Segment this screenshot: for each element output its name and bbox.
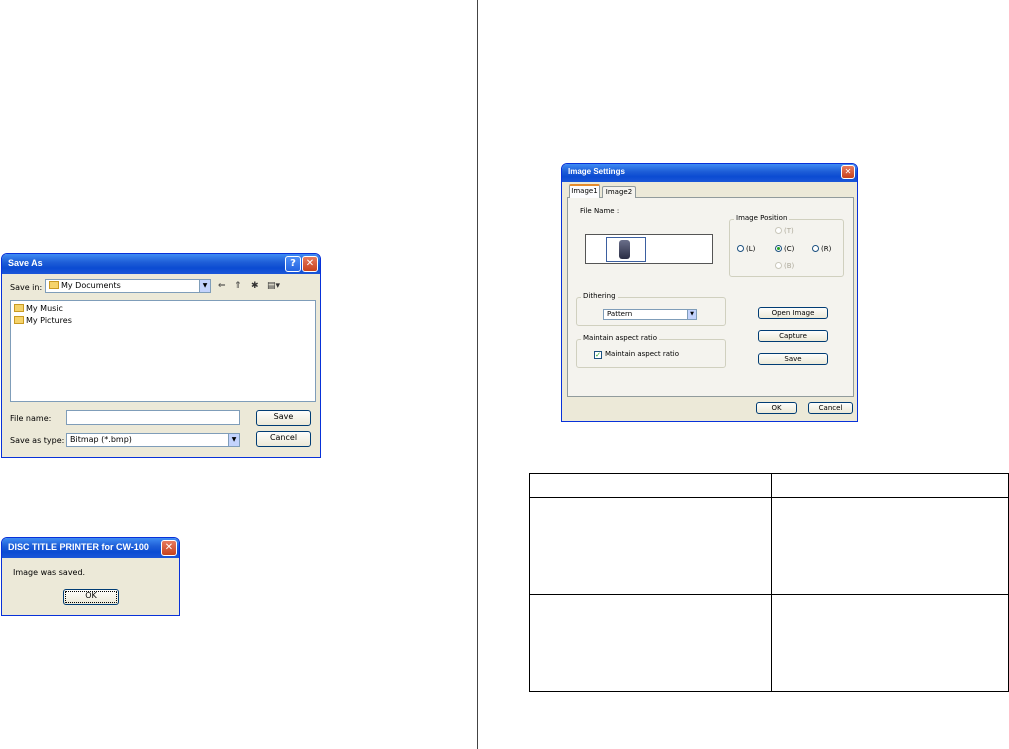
table-row xyxy=(529,594,1009,692)
folder-icon xyxy=(14,304,24,312)
empty-table xyxy=(529,473,1009,692)
checkmark-icon: ✓ xyxy=(594,351,602,359)
radio-label: (C) xyxy=(784,245,795,253)
save-button[interactable]: Save xyxy=(256,410,311,426)
file-name-input[interactable] xyxy=(66,410,240,425)
checkbox-label: Maintain aspect ratio xyxy=(605,350,679,358)
radio-label: (B) xyxy=(784,262,795,270)
page-divider xyxy=(477,0,478,749)
open-image-button[interactable]: Open Image xyxy=(758,307,828,319)
save-as-type-select[interactable]: Bitmap (*.bmp) ▼ xyxy=(66,433,240,447)
radio-top[interactable]: (T) xyxy=(775,227,794,235)
list-item-label: My Music xyxy=(26,304,63,313)
folder-icon xyxy=(14,316,24,324)
table-cell xyxy=(529,473,772,498)
back-icon[interactable]: ⇐ xyxy=(218,281,226,291)
chevron-down-icon[interactable]: ▼ xyxy=(199,280,210,292)
new-folder-icon[interactable]: ✱ xyxy=(251,281,259,291)
close-button[interactable]: ✕ xyxy=(161,540,177,556)
ok-button[interactable]: OK xyxy=(63,589,119,605)
list-item[interactable]: My Music xyxy=(14,304,63,313)
device-image xyxy=(619,240,630,259)
cancel-button[interactable]: Cancel xyxy=(808,402,853,414)
radio-bottom[interactable]: (B) xyxy=(775,262,794,270)
radio-label: (T) xyxy=(784,227,794,235)
radio-icon xyxy=(737,245,744,252)
ok-button[interactable]: OK xyxy=(756,402,797,414)
aspect-ratio-title: Maintain aspect ratio xyxy=(581,334,659,342)
radio-icon xyxy=(812,245,819,252)
message-box-title: DISC TITLE PRINTER for CW-100 xyxy=(2,538,179,558)
save-as-dialog: Save As ? ✕ Save in: My Documents ▼ ⇐ ⇑ … xyxy=(1,253,321,458)
table-header-row xyxy=(529,473,1009,498)
save-in-label: Save in: xyxy=(10,283,43,292)
save-as-type-value: Bitmap (*.bmp) xyxy=(70,435,132,444)
save-as-title: Save As xyxy=(2,254,320,274)
dithering-title: Dithering xyxy=(581,292,618,300)
message-text: Image was saved. xyxy=(13,568,86,577)
table-cell xyxy=(771,497,1009,595)
tab-image1[interactable]: Image1 xyxy=(569,184,600,198)
image-settings-dialog: Image Settings ✕ File Name : Image Posit… xyxy=(561,163,858,422)
message-box: DISC TITLE PRINTER for CW-100 ✕ Image wa… xyxy=(1,537,180,616)
image-settings-title: Image Settings xyxy=(562,164,857,182)
file-name-label: File Name : xyxy=(580,207,620,215)
folder-icon xyxy=(49,281,59,289)
table-cell xyxy=(529,594,772,692)
image-position-group: Image Position (T) (L) (C) (R) (B) xyxy=(729,214,844,277)
save-as-type-label: Save as type: xyxy=(10,436,65,445)
tab-panel: File Name : Image Position (T) (L) (C) (… xyxy=(567,197,854,397)
radio-center[interactable]: (C) xyxy=(775,245,794,253)
radio-icon xyxy=(775,245,782,252)
close-button[interactable]: ✕ xyxy=(302,256,318,272)
table-cell xyxy=(529,497,772,595)
close-button[interactable]: ✕ xyxy=(841,165,855,179)
capture-button[interactable]: Capture xyxy=(758,330,828,342)
maintain-aspect-checkbox[interactable]: ✓ Maintain aspect ratio xyxy=(594,350,679,359)
save-in-value: My Documents xyxy=(61,281,121,290)
file-list[interactable]: My Music My Pictures xyxy=(10,300,316,402)
list-item-label: My Pictures xyxy=(26,316,72,325)
help-button[interactable]: ? xyxy=(285,256,301,272)
table-cell xyxy=(771,594,1009,692)
image-position-title: Image Position xyxy=(734,214,790,222)
save-button[interactable]: Save xyxy=(758,353,828,365)
cancel-button[interactable]: Cancel xyxy=(256,431,311,447)
image-preview xyxy=(585,234,713,264)
list-item[interactable]: My Pictures xyxy=(14,316,72,325)
file-name-label: File name: xyxy=(10,414,52,423)
dithering-select[interactable]: Pattern ▼ xyxy=(603,309,697,320)
radio-label: (R) xyxy=(821,245,832,253)
tab-image2[interactable]: Image2 xyxy=(602,186,636,198)
chevron-down-icon[interactable]: ▼ xyxy=(687,310,696,319)
dithering-group: Dithering Pattern ▼ xyxy=(576,292,726,326)
radio-icon xyxy=(775,262,782,269)
chevron-down-icon[interactable]: ▼ xyxy=(228,434,239,446)
aspect-ratio-group: Maintain aspect ratio ✓ Maintain aspect r… xyxy=(576,334,726,368)
radio-label: (L) xyxy=(746,245,756,253)
save-in-select[interactable]: My Documents ▼ xyxy=(45,279,211,293)
radio-left[interactable]: (L) xyxy=(737,245,755,253)
up-folder-icon[interactable]: ⇑ xyxy=(234,281,242,291)
dithering-value: Pattern xyxy=(607,310,633,318)
table-row xyxy=(529,497,1009,595)
image-thumbnail xyxy=(606,237,646,262)
views-menu-icon[interactable]: ▤▾ xyxy=(267,281,280,291)
table-cell xyxy=(771,473,1009,498)
radio-right[interactable]: (R) xyxy=(812,245,831,253)
radio-icon xyxy=(775,227,782,234)
